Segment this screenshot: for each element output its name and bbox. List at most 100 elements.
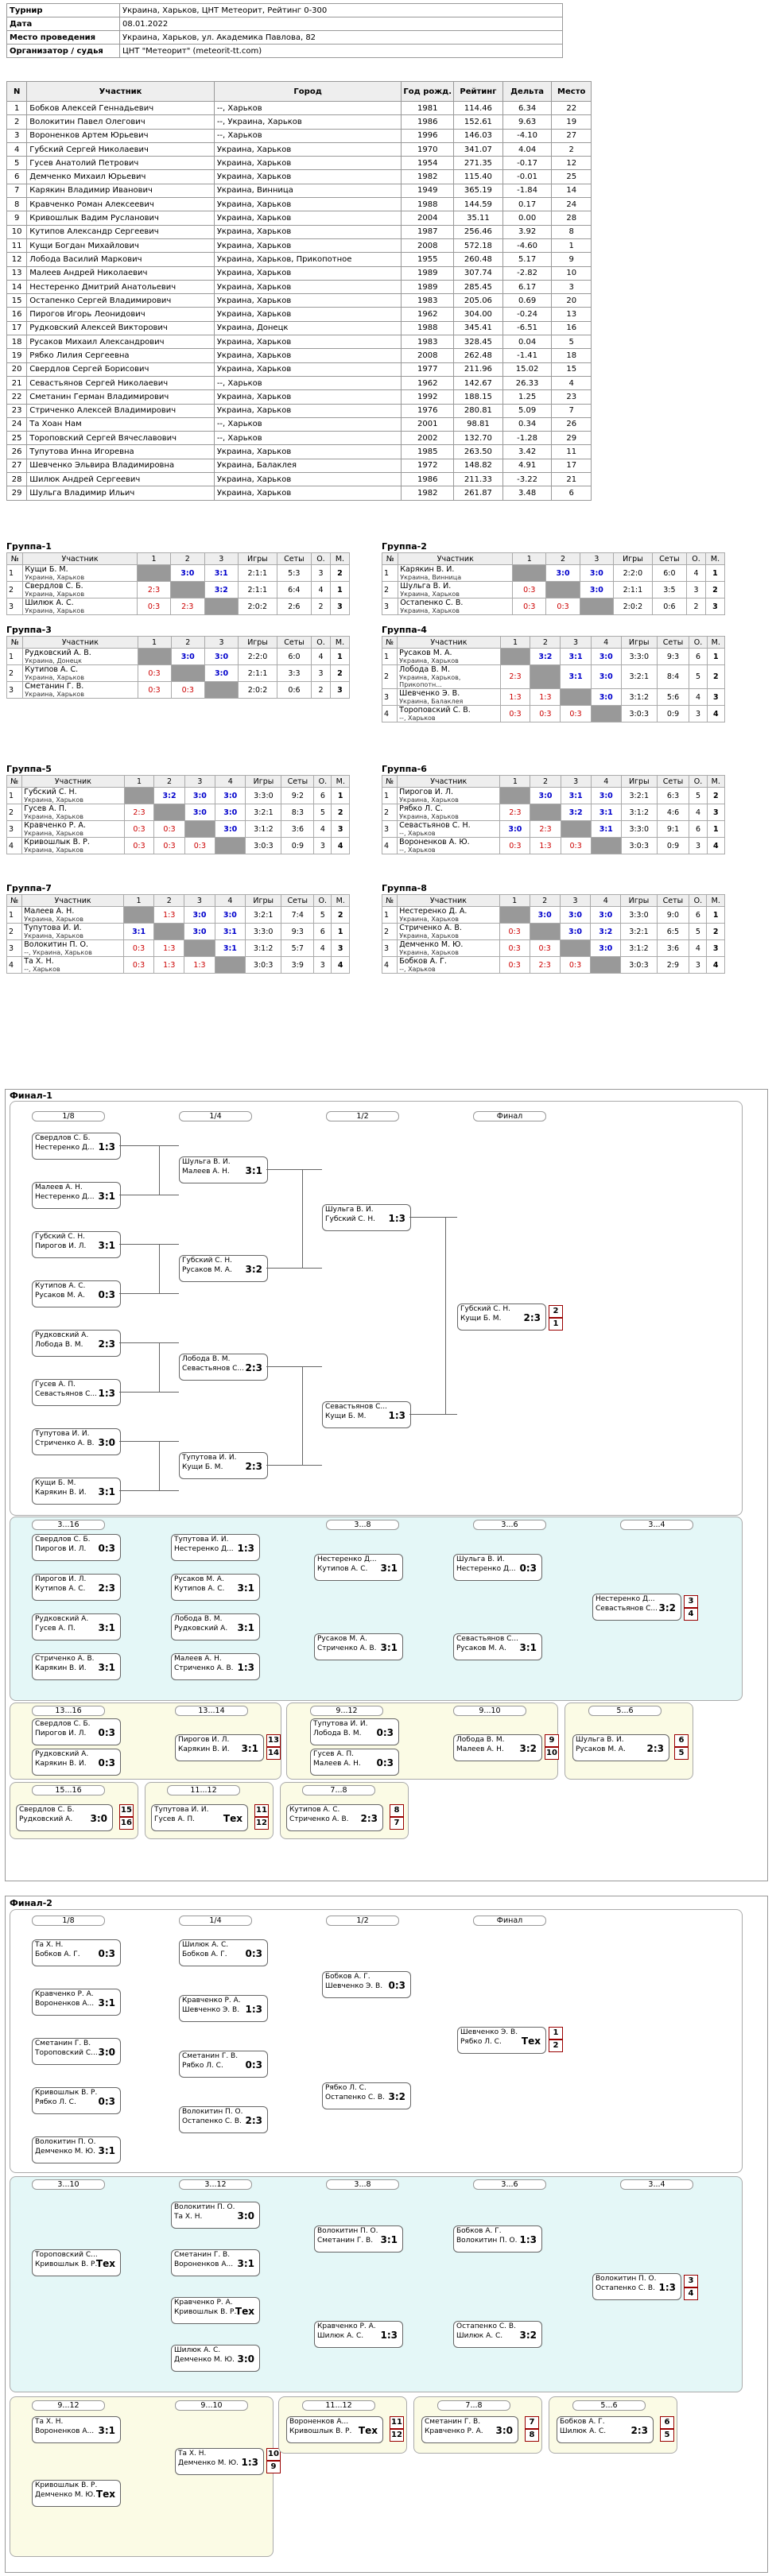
group-score-cell: 3:1 <box>122 923 155 940</box>
player-cell: 263.50 <box>453 444 503 459</box>
info-row: Турнир Украина, Харьков, ЦНТ Метеорит, Ре… <box>6 3 563 17</box>
group-header: О. <box>689 894 708 907</box>
player-cell: 98.81 <box>453 416 503 432</box>
group-row: 3 Остапенко С. В. Украина, Харьков 0:3 0:3 2:… <box>381 598 726 615</box>
bracket-line <box>119 1392 179 1393</box>
round-label: 3...8 <box>326 1520 399 1530</box>
group-row: 1 Нестеренко Д. А. Украина, Харьков 3:0 3:0 3… <box>381 906 725 924</box>
match-score: 1:3 <box>380 2330 398 2341</box>
group-s: 9:3 <box>656 648 690 665</box>
group-player-city: --, Харьков <box>399 830 436 837</box>
player-cell: 15.02 <box>502 362 553 377</box>
stage-title: Финал-1 <box>10 1090 52 1101</box>
group-o: 2 <box>311 681 331 699</box>
group-player-city: Украина, Харьков <box>399 932 459 939</box>
group-s: 5:7 <box>281 939 315 957</box>
player-row: 11 Кущи Богдан Михайлович Украина, Харьков… <box>6 238 592 254</box>
match-score: 2:3 <box>245 2115 263 2126</box>
player-cell: 14 <box>6 279 28 295</box>
group-table: № Участник 1 2 3 4 Игры Сеты О. М. 1 Русаков М. А. У… <box>381 636 726 722</box>
match-score: 3:1 <box>237 1582 255 1594</box>
round-label: 3...8 <box>326 2179 399 2190</box>
group-m: 3 <box>329 681 351 699</box>
group-header: 3 <box>559 894 592 907</box>
group-score-cell: 2:3 <box>530 820 561 838</box>
group-score-cell: 3:0 <box>545 564 580 582</box>
group-s: 8:3 <box>281 804 315 821</box>
match-score: 2:3 <box>245 1362 263 1373</box>
group-row: 2 Лобода В. М. Украина, Харьков, Прикопотн… <box>381 664 726 689</box>
group-header: Участник <box>21 894 124 907</box>
player-cell: 6 <box>551 486 592 501</box>
player-row: 13 Малеев Андрей Николаевич Украина, Харьк… <box>6 265 592 281</box>
player-row: 23 Стриченко Алексей Владимирович Украина,… <box>6 403 592 418</box>
group-s: 6:0 <box>276 648 312 665</box>
player-cell: 27 <box>6 458 28 474</box>
group-score: 0:3 <box>538 943 551 953</box>
group-g: 3:1:2 <box>620 804 658 821</box>
match-box: Та Х. Н. Бобков А. Г. 0:3 <box>32 1939 121 1966</box>
group-player-name: Шульга В. И. <box>400 582 452 591</box>
group-score: 3:0 <box>589 585 603 595</box>
group-score-cell: 0:3 <box>170 681 205 699</box>
match-box: Рябко Л. С. Остапенко С. В. 3:2 <box>322 2082 411 2109</box>
player-cell: 1949 <box>401 183 455 199</box>
player-cell: 6.17 <box>502 279 553 295</box>
group-table: № Участник 1 2 3 4 Игры Сеты О. М. 1 Пирогов И. Л. У… <box>381 775 726 854</box>
group-o: 4 <box>689 688 708 706</box>
place-number: 11 <box>254 1804 269 1817</box>
group-score: 3:1 <box>223 927 237 936</box>
group-player: Шилюк А. С. Украина, Харьков <box>22 598 138 615</box>
players-header: Дельта <box>502 81 553 102</box>
group-score-cell <box>123 787 155 804</box>
group-header: 1 <box>499 636 531 649</box>
group-s: 6:0 <box>651 564 688 582</box>
match-box: Пирогов И. Л. Кутипов А. С. 2:3 <box>32 1574 121 1601</box>
group-score: 0:3 <box>569 709 582 719</box>
player-cell: Бобков Алексей Геннадьевич <box>26 100 215 116</box>
group-header: М. <box>331 775 350 788</box>
round-label: 3...4 <box>620 2179 693 2190</box>
match-box: Вороненков А... Кривошлык В. Р. Тех <box>286 2416 383 2443</box>
player-cell: 5.09 <box>502 403 553 418</box>
group-o: 4 <box>689 939 708 957</box>
group-s: 3:6 <box>656 939 690 957</box>
match-score: 0:3 <box>98 2096 116 2107</box>
group-player: Кравченко Р. А. Украина, Харьков <box>21 820 125 838</box>
group-score: 0:3 <box>557 602 569 611</box>
info-row: Дата 08.01.2022 <box>6 17 563 31</box>
match-box: Кутипов А. С. Русаков М. А. 0:3 <box>32 1280 121 1307</box>
group-player-city: Украина, Харьков <box>25 591 85 598</box>
player-cell: Украина, Балаклея <box>213 458 402 474</box>
group-player-city: Украина, Донецк <box>25 657 82 664</box>
group-header: Игры <box>620 775 658 788</box>
group-score-cell <box>170 664 205 682</box>
group-header: 2 <box>153 775 185 788</box>
info-value: ЦНТ "Метеорит" (meteorit-tt.com) <box>119 44 563 58</box>
group-header: 2 <box>530 775 561 788</box>
player-cell: Кравченко Роман Алексеевич <box>26 197 215 212</box>
group-player: Кутипов А. С. Украина, Харьков <box>22 664 138 682</box>
group-score: 0:3 <box>181 685 194 695</box>
group-player-city: Украина, Харьков <box>24 813 83 820</box>
player-cell: 8 <box>551 224 592 239</box>
match-score: 2:3 <box>523 1312 541 1323</box>
player-cell: 10 <box>6 224 28 239</box>
group-title: Группа-4 <box>382 625 427 635</box>
group-score-cell: 0:3 <box>123 837 155 854</box>
group-player-name: Кутипов А. С. <box>25 665 79 674</box>
group-num: 3 <box>6 820 23 838</box>
group-score-cell: 3:1 <box>560 648 592 665</box>
group-header: 3 <box>560 775 592 788</box>
group-score-cell: 3:0 <box>559 906 592 924</box>
place-number: 9 <box>266 2461 281 2473</box>
group-header: Игры <box>245 775 282 788</box>
group-title: Группа-6 <box>382 764 427 774</box>
group-o: 2 <box>311 598 331 615</box>
group-m: 2 <box>706 923 725 940</box>
player-cell: 1983 <box>401 293 455 308</box>
match-score: 3:1 <box>237 2258 255 2269</box>
group-player-name: Пирогов И. Л. <box>399 788 454 796</box>
group-player: Шульга В. И. Украина, Харьков <box>398 581 514 598</box>
player-cell: Украина, Харьков <box>213 141 402 157</box>
